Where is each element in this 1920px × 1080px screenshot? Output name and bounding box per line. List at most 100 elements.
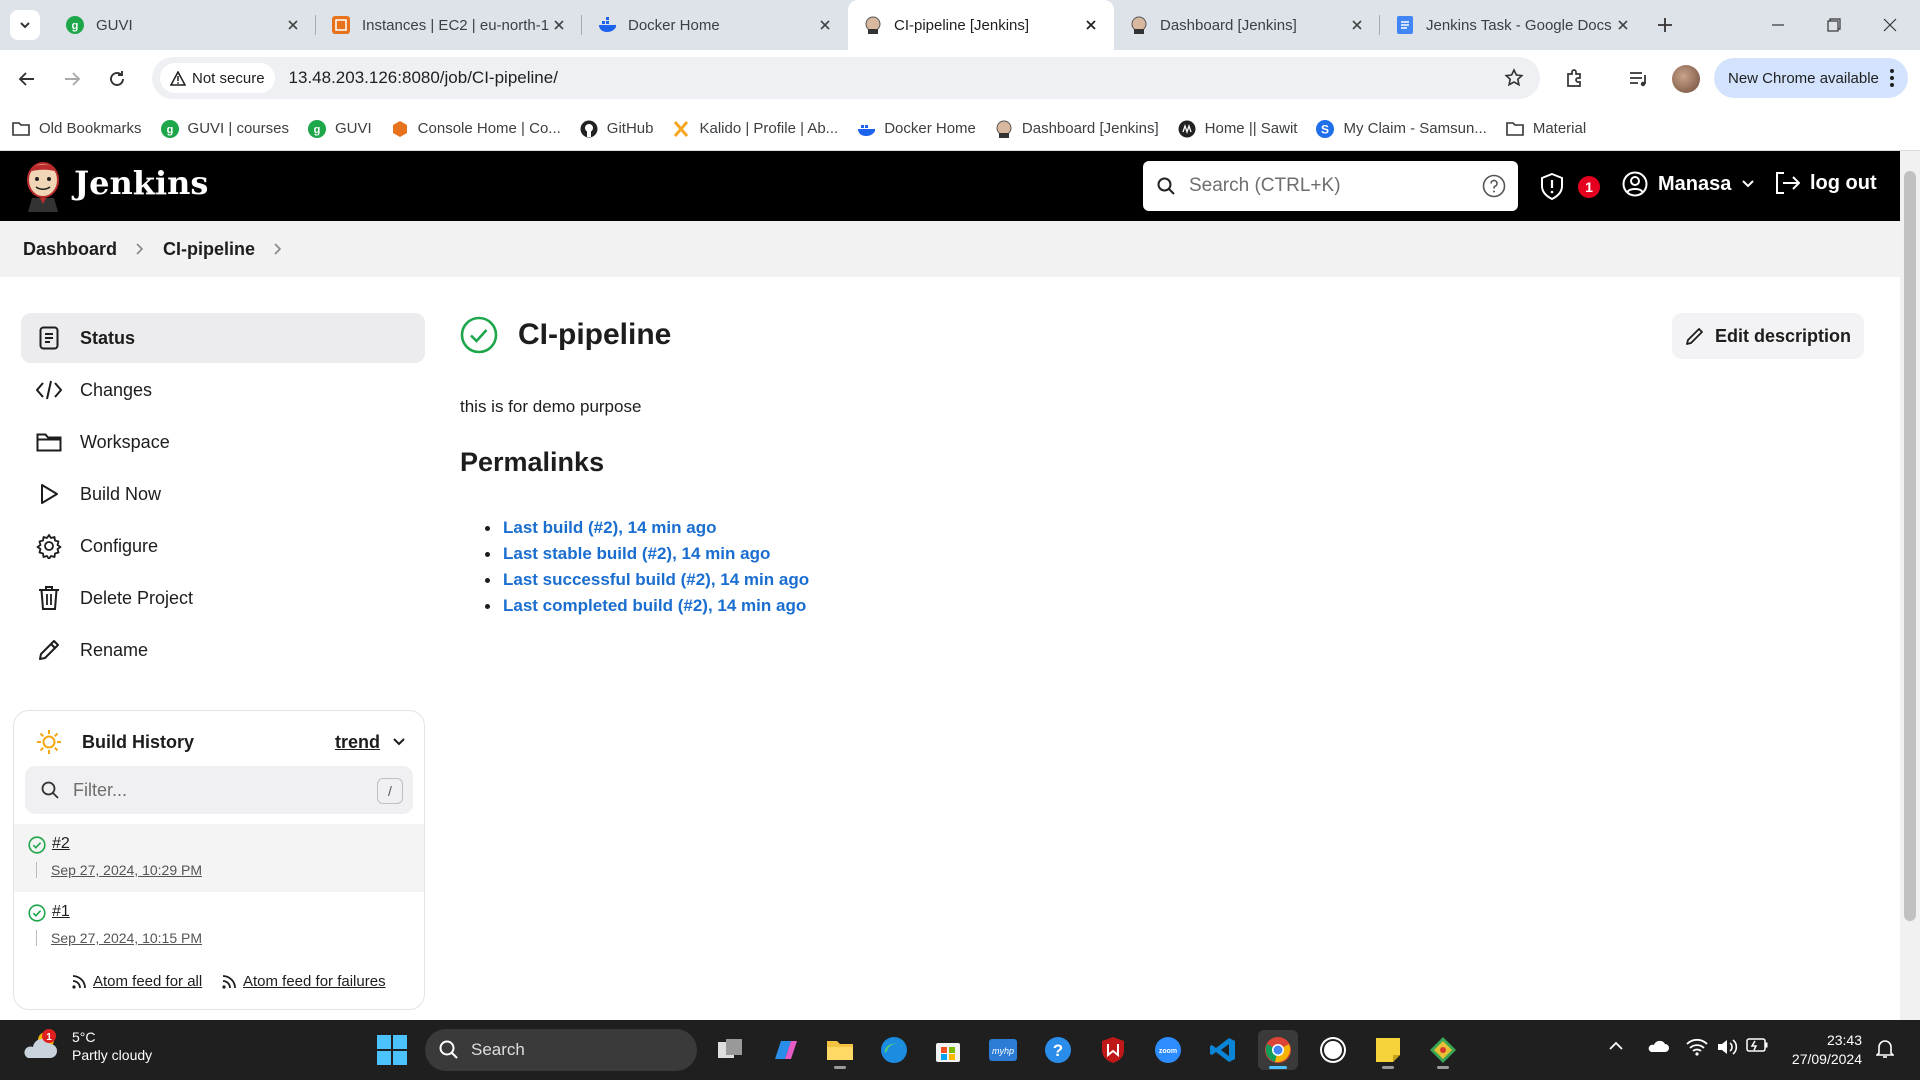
url-text[interactable]: 13.48.203.126:8080/job/CI-pipeline/: [289, 68, 1498, 88]
bookmark-star-button[interactable]: [1498, 62, 1530, 94]
breadcrumb-item[interactable]: CI-pipeline: [163, 239, 255, 260]
close-tab-icon[interactable]: [550, 16, 568, 34]
bookmark-item[interactable]: GitHub: [580, 120, 653, 138]
help-app-icon[interactable]: ?: [1038, 1030, 1078, 1070]
chevron-up-icon[interactable]: [1608, 1038, 1624, 1054]
site-info-chip[interactable]: Not secure: [160, 63, 275, 93]
jenkins-brand[interactable]: Jenkins: [74, 164, 208, 202]
browser-tab[interactable]: g GUVI: [50, 0, 316, 50]
notification-bell-icon[interactable]: [1876, 1038, 1894, 1058]
breadcrumb-item[interactable]: Dashboard: [23, 239, 117, 260]
build-number-link[interactable]: #2: [52, 835, 70, 853]
extensions-button[interactable]: [1558, 62, 1592, 96]
zoom-icon[interactable]: zoom: [1148, 1030, 1188, 1070]
trend-dropdown[interactable]: trend: [335, 732, 406, 753]
sidebar-item-status[interactable]: Status: [21, 313, 425, 363]
bookmark-item[interactable]: Material: [1506, 120, 1586, 138]
myhp-icon[interactable]: myhp: [983, 1030, 1023, 1070]
close-tab-icon[interactable]: [816, 16, 834, 34]
page-scrollbar[interactable]: [1900, 151, 1920, 1020]
task-view-icon[interactable]: [710, 1030, 750, 1070]
windows-start-icon[interactable]: [376, 1034, 408, 1066]
permalink-last-stable-build[interactable]: Last stable build (#2), 14 min ago: [485, 541, 809, 567]
help-icon[interactable]: [1482, 174, 1506, 198]
search-input[interactable]: [1189, 175, 1459, 197]
sidebar-item-workspace[interactable]: Workspace: [21, 417, 425, 467]
scrollbar-thumb[interactable]: [1904, 171, 1916, 921]
user-menu[interactable]: Manasa: [1622, 171, 1755, 197]
bookmark-item[interactable]: Home || Sawit: [1178, 120, 1297, 138]
build-number-link[interactable]: #1: [52, 903, 70, 921]
reload-button[interactable]: [100, 62, 134, 96]
build-date[interactable]: Sep 27, 2024, 10:29 PM: [36, 862, 202, 878]
minimize-button[interactable]: [1750, 0, 1806, 50]
whatsapp-icon[interactable]: [1313, 1030, 1353, 1070]
build-filter[interactable]: /: [25, 766, 413, 814]
bookmark-item[interactable]: Old Bookmarks: [12, 120, 142, 138]
close-tab-icon[interactable]: [1082, 16, 1100, 34]
shield-alert-icon[interactable]: [1540, 173, 1564, 200]
edge-icon[interactable]: [874, 1030, 914, 1070]
edit-description-button[interactable]: Edit description: [1672, 313, 1864, 359]
taskbar-search[interactable]: Search: [425, 1029, 697, 1071]
bookmark-item[interactable]: S My Claim - Samsun...: [1316, 119, 1487, 138]
close-tab-icon[interactable]: [1614, 16, 1632, 34]
jenkins-logo-icon[interactable]: [22, 160, 64, 212]
permalink-last-successful-build[interactable]: Last successful build (#2), 14 min ago: [485, 567, 809, 593]
global-search[interactable]: [1143, 161, 1518, 211]
browser-tab[interactable]: Dashboard [Jenkins]: [1114, 0, 1380, 50]
media-controls-button[interactable]: [1622, 62, 1656, 96]
wifi-icon[interactable]: [1686, 1038, 1708, 1056]
chrome-update-button[interactable]: New Chrome available: [1714, 58, 1908, 98]
bookmark-item[interactable]: Dashboard [Jenkins]: [995, 120, 1159, 138]
microsoft-store-icon[interactable]: [928, 1030, 968, 1070]
weather-widget[interactable]: 1 5°C Partly cloudy: [22, 1028, 152, 1064]
battery-icon[interactable]: [1746, 1038, 1768, 1052]
mcafee-icon[interactable]: [1093, 1030, 1133, 1070]
sticky-notes-icon[interactable]: [1368, 1030, 1408, 1070]
build-row[interactable]: #2 Sep 27, 2024, 10:29 PM: [14, 824, 424, 892]
logout-link[interactable]: log out: [1774, 171, 1877, 195]
browser-tab[interactable]: Instances | EC2 | eu-north-1: [316, 0, 582, 50]
close-window-button[interactable]: [1862, 0, 1918, 50]
sidebar-item-configure[interactable]: Configure: [21, 521, 425, 571]
vscode-icon[interactable]: [1203, 1030, 1243, 1070]
permalink-last-build[interactable]: Last build (#2), 14 min ago: [485, 515, 809, 541]
restore-button[interactable]: [1806, 0, 1862, 50]
system-clock[interactable]: 23:43 27/09/2024: [1782, 1031, 1862, 1069]
address-bar[interactable]: Not secure 13.48.203.126:8080/job/CI-pip…: [152, 57, 1540, 99]
bookmark-item[interactable]: Console Home | Co...: [391, 120, 561, 138]
filter-input[interactable]: [73, 779, 353, 801]
bookmark-item[interactable]: Kalido | Profile | Ab...: [672, 120, 838, 138]
profile-avatar[interactable]: [1672, 65, 1700, 93]
sidebar-item-changes[interactable]: Changes: [21, 365, 425, 415]
new-tab-button[interactable]: [1650, 10, 1680, 40]
sidebar-item-delete-project[interactable]: Delete Project: [21, 573, 425, 623]
bookmark-item[interactable]: g GUVI: [307, 119, 372, 138]
file-explorer-icon[interactable]: [820, 1030, 860, 1070]
sidebar-item-rename[interactable]: Rename: [21, 625, 425, 675]
forward-button[interactable]: [55, 62, 89, 96]
close-tab-icon[interactable]: [1348, 16, 1366, 34]
bookmark-item[interactable]: g GUVI | courses: [160, 119, 289, 138]
chrome-icon[interactable]: [1258, 1030, 1298, 1070]
build-date[interactable]: Sep 27, 2024, 10:15 PM: [36, 930, 202, 946]
back-button[interactable]: [10, 62, 44, 96]
browser-tab[interactable]: Jenkins Task - Google Docs: [1380, 0, 1646, 50]
close-tab-icon[interactable]: [284, 16, 302, 34]
volume-icon[interactable]: [1716, 1038, 1738, 1056]
browser-tab[interactable]: Docker Home: [582, 0, 848, 50]
tab-search-button[interactable]: [10, 10, 40, 40]
permalink-last-completed-build[interactable]: Last completed build (#2), 14 min ago: [485, 593, 809, 619]
security-count-badge[interactable]: 1: [1578, 176, 1600, 198]
browser-tab-active[interactable]: CI-pipeline [Jenkins]: [848, 0, 1114, 50]
chevron-right-icon[interactable]: [273, 242, 282, 256]
snipping-tool-icon[interactable]: [1423, 1030, 1463, 1070]
sidebar-item-build-now[interactable]: Build Now: [21, 469, 425, 519]
copilot-icon[interactable]: [765, 1030, 805, 1070]
atom-feed-all-link[interactable]: Atom feed for all: [71, 973, 202, 990]
build-row[interactable]: #1 Sep 27, 2024, 10:15 PM: [14, 892, 424, 960]
onedrive-cloud-icon[interactable]: [1647, 1038, 1669, 1054]
bookmark-item[interactable]: Docker Home: [857, 120, 976, 138]
atom-feed-failures-link[interactable]: Atom feed for failures: [221, 973, 386, 990]
